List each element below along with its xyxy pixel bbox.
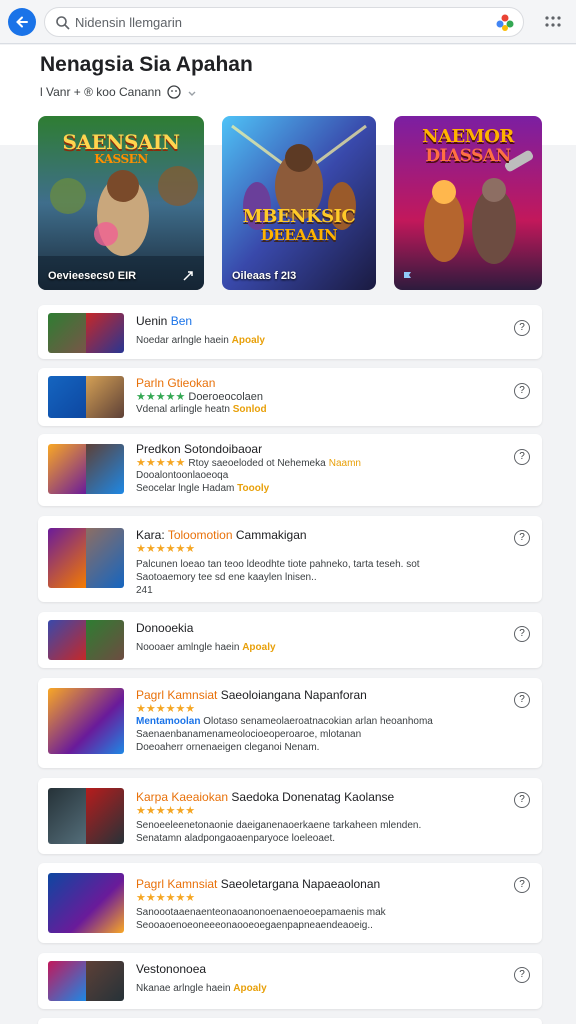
game-thumbnail xyxy=(48,444,124,494)
item-meta: Palcunen loeao tan teoo ldeodhte tiote p… xyxy=(136,559,420,570)
list-item[interactable]: Uenin Ben Noedar arlngle haein Apoaly ? xyxy=(38,305,542,359)
game-thumbnail xyxy=(48,961,124,1001)
arrow-left-icon xyxy=(16,16,28,28)
game-thumbnail xyxy=(48,688,124,754)
feature-caption: Oevieesecs0 EIR xyxy=(48,270,137,282)
rating-stars: ★★★★★★ xyxy=(136,543,196,555)
item-title: Vestononoea xyxy=(136,962,207,976)
help-icon[interactable]: ? xyxy=(514,967,530,983)
list-item[interactable]: Karpa Kaeaiokan Saedoka Donenatag Kaolan… xyxy=(38,778,542,854)
item-meta: Saenaenbanamenameolocioeoperoaroe, mlota… xyxy=(136,729,362,740)
subtitle-text: l Vanr + ® koo Canann xyxy=(40,85,162,99)
feature-title-line1: NAEMOR xyxy=(422,126,514,147)
game-thumbnail xyxy=(48,788,124,844)
page-subtitle: l Vanr + ® koo Canann xyxy=(40,85,197,99)
list-item-partial xyxy=(38,1018,542,1024)
google-logo-icon xyxy=(496,14,514,31)
item-meta: Nkanae arlngle haein Apoaly xyxy=(136,983,267,994)
item-meta: Senoeeleenetonaonie daeiganenaoerkaene t… xyxy=(136,820,422,831)
game-thumbnail xyxy=(48,313,124,353)
item-title: Karpa Kaeaiokan Saedoka Donenatag Kaolan… xyxy=(136,790,395,804)
item-title: Parln Gtieokan xyxy=(136,376,216,390)
page-title: Nenagsia Sia Apahan xyxy=(40,53,253,76)
game-thumbnail xyxy=(48,376,124,418)
chevron-icon xyxy=(188,91,196,96)
game-artwork xyxy=(222,116,376,290)
rating-stars: ★★★★★ Rtoy saeoeloded ot Nehemeka Naamn xyxy=(136,457,361,469)
item-meta: Mentamoolan Olotaso senameolaeroatnacoki… xyxy=(136,716,433,727)
list-item[interactable]: Predkon Sotondoibaoar ★★★★★ Rtoy saeoelo… xyxy=(38,434,542,506)
help-icon[interactable]: ? xyxy=(514,320,530,336)
item-meta: Seooaoenoeoneeeonaooeoegaenpapneaendeaoe… xyxy=(136,920,373,931)
list-item[interactable]: Pagrl Kamnsiat Saeoletargana Napaeaolona… xyxy=(38,863,542,943)
item-meta: Vdenal arlingle heatn Sonlod xyxy=(136,404,267,415)
item-meta: Senatamn aladpongaoaenparyoce loeleoaet. xyxy=(136,833,336,844)
smiley-icon[interactable] xyxy=(167,85,181,99)
help-icon[interactable]: ? xyxy=(514,383,530,399)
search-placeholder: Nidensin llemgarin xyxy=(75,15,182,30)
rating-stars: ★★★★★ Doeroeocolaen xyxy=(136,391,263,403)
game-thumbnail xyxy=(48,620,124,660)
list-item[interactable]: Donooekia Noooaer amlngle haein Apoaly ? xyxy=(38,612,542,668)
list-item[interactable]: Parln Gtieokan ★★★★★ Doeroeocolaen Vdena… xyxy=(38,368,542,426)
featured-card-2[interactable]: MBENKSIC DEEAAIN Oileaas f 2I3 xyxy=(222,116,376,290)
search-input[interactable]: Nidensin llemgarin xyxy=(44,7,524,37)
search-icon xyxy=(56,16,70,30)
list-item[interactable]: Vestononoea Nkanae arlngle haein Apoaly … xyxy=(38,953,542,1009)
top-bar: Nidensin llemgarin xyxy=(0,0,576,44)
back-button[interactable] xyxy=(8,8,36,36)
feature-title-line1: MBENKSIC xyxy=(242,206,356,227)
list-item[interactable]: Pagrl Kamnsiat Saeoloiangana Napanforan … xyxy=(38,678,542,768)
help-icon[interactable]: ? xyxy=(514,449,530,465)
help-icon[interactable]: ? xyxy=(514,877,530,893)
apps-grid-icon[interactable] xyxy=(544,14,562,30)
item-meta: Doeoaherr ornenaeigen cleganoi Nenam. xyxy=(136,742,320,753)
featured-card-1[interactable]: SAENSAIN KASSEN Oevieesecs0 EIR xyxy=(38,116,204,290)
help-icon[interactable]: ? xyxy=(514,692,530,708)
help-icon[interactable]: ? xyxy=(514,626,530,642)
flag-icon xyxy=(404,272,411,281)
rating-stars: ★★★★★★ xyxy=(136,703,196,715)
help-icon[interactable]: ? xyxy=(514,792,530,808)
game-thumbnail xyxy=(48,528,124,588)
rating-stars: ★★★★★★ xyxy=(136,805,196,817)
item-meta: Noedar arlngle haein Apoaly xyxy=(136,335,265,346)
item-title: Uenin Ben xyxy=(136,314,193,328)
rating-stars: ★★★★★★ xyxy=(136,892,196,904)
item-title: Predkon Sotondoibaoar xyxy=(136,442,263,456)
feature-title-line1: SAENSAIN xyxy=(62,130,180,154)
item-title: Donooekia xyxy=(136,621,194,635)
item-title: Pagrl Kamnsiat Saeoletargana Napaeaolona… xyxy=(136,877,381,891)
feature-title-line2: KASSEN xyxy=(94,152,148,166)
item-meta: Saotoaemory tee sd ene kaaylen lnisen.. xyxy=(136,572,317,583)
item-title: Kara: Toloomotion Cammakigan xyxy=(136,528,307,542)
item-meta: 241 xyxy=(136,585,153,596)
help-icon[interactable]: ? xyxy=(514,530,530,546)
item-meta: Sanoootaaenaenteonaoanonoenaenoeoepamaen… xyxy=(136,907,386,918)
featured-card-3[interactable]: NAEMOR DIASSAN xyxy=(394,116,542,290)
feature-title-line2: DIASSAN xyxy=(425,146,511,166)
feature-caption: Oileaas f 2I3 xyxy=(232,270,297,282)
game-thumbnail xyxy=(48,873,124,933)
feature-title-line2: DEEAAIN xyxy=(260,226,338,244)
list-item[interactable]: Kara: Toloomotion Cammakigan ★★★★★★ Palc… xyxy=(38,516,542,602)
item-meta: Dooalontoonlaoeoqa xyxy=(136,470,229,481)
share-icon[interactable] xyxy=(182,270,194,282)
item-meta: Noooaer amlngle haein Apoaly xyxy=(136,642,276,653)
item-meta: Seocelar lngle Hadam Toooly xyxy=(136,483,270,494)
item-title: Pagrl Kamnsiat Saeoloiangana Napanforan xyxy=(136,688,367,702)
